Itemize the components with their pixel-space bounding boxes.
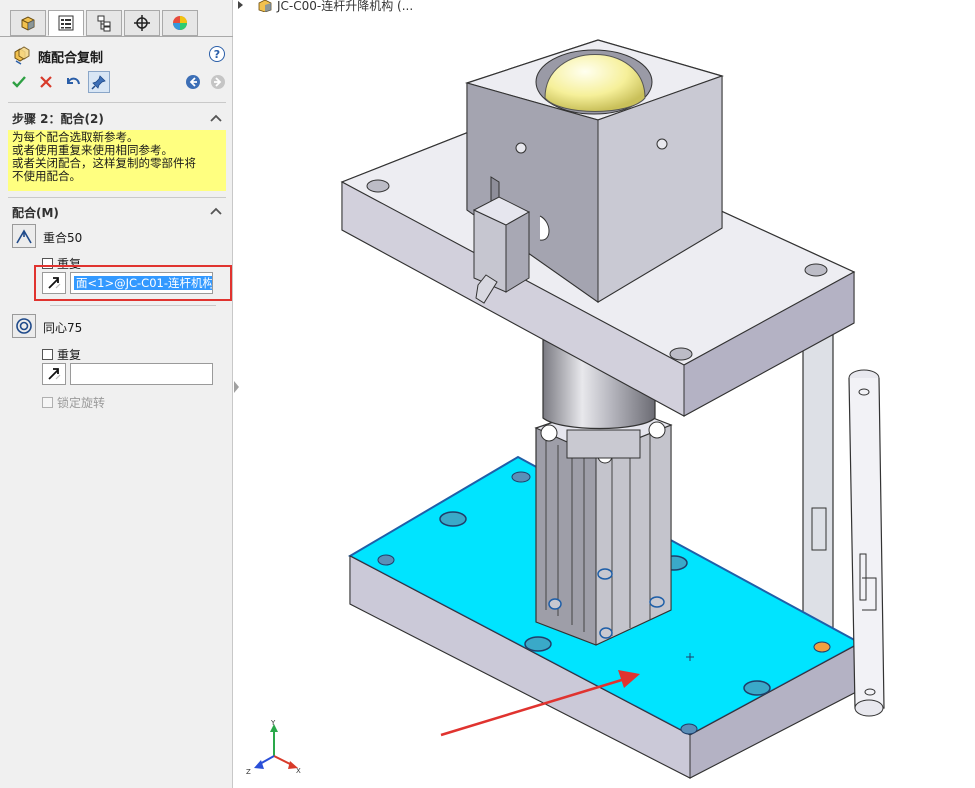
pm-action-row bbox=[8, 70, 228, 94]
triad-y-label: Y bbox=[270, 719, 276, 727]
panel-splitter-handle[interactable] bbox=[233, 380, 241, 394]
spare-guide-rod[interactable] bbox=[848, 369, 885, 717]
triad-x-label: X bbox=[296, 767, 301, 775]
mate-label: 同心75 bbox=[43, 321, 83, 335]
tab-dimxpert-manager[interactable] bbox=[124, 10, 160, 36]
instruction-message: 为每个配合选取新参考。 或者使用重复来使用相同参考。 或者关闭配合，这样复制的零… bbox=[8, 130, 226, 191]
tab-property-manager[interactable] bbox=[48, 10, 84, 36]
help-icon[interactable]: ? bbox=[209, 46, 225, 62]
undo-icon bbox=[67, 77, 80, 85]
lock-rotation-label: 锁定旋转 bbox=[57, 396, 106, 410]
highlight-callout-box bbox=[34, 265, 232, 301]
configuration-icon bbox=[97, 15, 111, 32]
appearance-pie-icon bbox=[173, 16, 187, 30]
tree-expand-arrow[interactable] bbox=[238, 1, 243, 9]
arrow-pick-icon bbox=[48, 368, 61, 380]
property-manager-panel: 随配合复制 ? 步骤 2：配合(2) 为每个配合选取新参考。 或者使用重复来使用… bbox=[0, 0, 233, 788]
feature-tree-icon bbox=[21, 16, 35, 31]
tab-display-manager[interactable] bbox=[162, 10, 198, 36]
divider bbox=[50, 305, 216, 306]
page-title: 随配合复制 bbox=[38, 51, 104, 66]
crosshair-icon bbox=[134, 15, 150, 31]
divider bbox=[8, 197, 226, 198]
ok-button[interactable] bbox=[8, 71, 30, 93]
reference-field[interactable] bbox=[70, 363, 213, 385]
property-list-icon bbox=[58, 15, 74, 31]
keep-visible-pushpin[interactable] bbox=[88, 71, 110, 93]
mate-item-coincident[interactable]: 重合50 bbox=[12, 224, 212, 248]
checkbox-box[interactable] bbox=[42, 349, 53, 360]
mates-section-title: 配合(M) bbox=[12, 206, 59, 220]
guide-rod[interactable] bbox=[802, 334, 834, 641]
close-icon bbox=[40, 76, 52, 88]
cancel-button[interactable] bbox=[35, 71, 57, 93]
coincident-icon bbox=[12, 224, 36, 248]
repeat-label: 重复 bbox=[57, 348, 82, 362]
assembly-tree-label[interactable]: JC-C00-连杆升降机构 (... bbox=[277, 0, 413, 14]
model-viewport[interactable] bbox=[241, 14, 975, 788]
back-arrow-icon bbox=[186, 75, 200, 89]
undo-button[interactable] bbox=[62, 71, 84, 93]
message-line: 不使用配合。 bbox=[12, 169, 81, 183]
tab-strip-divider bbox=[0, 36, 233, 37]
reference-selector-icon[interactable] bbox=[42, 363, 66, 385]
assembly-icon bbox=[258, 0, 272, 12]
tab-feature-manager[interactable] bbox=[10, 10, 46, 36]
coordinate-triad: Y X Z bbox=[246, 719, 301, 776]
pushpin-icon bbox=[91, 75, 106, 90]
mate-item-concentric[interactable]: 同心75 bbox=[12, 314, 212, 338]
chevron-up-icon[interactable] bbox=[210, 113, 222, 123]
forward-arrow-icon bbox=[211, 75, 225, 89]
concentric-icon bbox=[12, 314, 36, 338]
manager-tabs bbox=[0, 0, 233, 40]
tab-configuration-manager[interactable] bbox=[86, 10, 122, 36]
copy-with-mates-icon bbox=[14, 46, 30, 65]
pm-title-row: 随配合复制 ? bbox=[12, 44, 227, 66]
chevron-up-icon[interactable] bbox=[210, 206, 222, 216]
check-icon bbox=[12, 76, 26, 88]
checkbox-box bbox=[42, 397, 53, 408]
lock-rotation-checkbox: 锁定旋转 bbox=[42, 394, 105, 410]
forward-button[interactable] bbox=[207, 71, 229, 93]
repeat-checkbox[interactable]: 重复 bbox=[42, 346, 81, 362]
step-section-title: 步骤 2：配合(2) bbox=[12, 112, 104, 126]
triad-z-label: Z bbox=[246, 768, 251, 776]
mate-label: 重合50 bbox=[43, 231, 83, 245]
divider bbox=[8, 102, 226, 103]
back-button[interactable] bbox=[182, 71, 204, 93]
